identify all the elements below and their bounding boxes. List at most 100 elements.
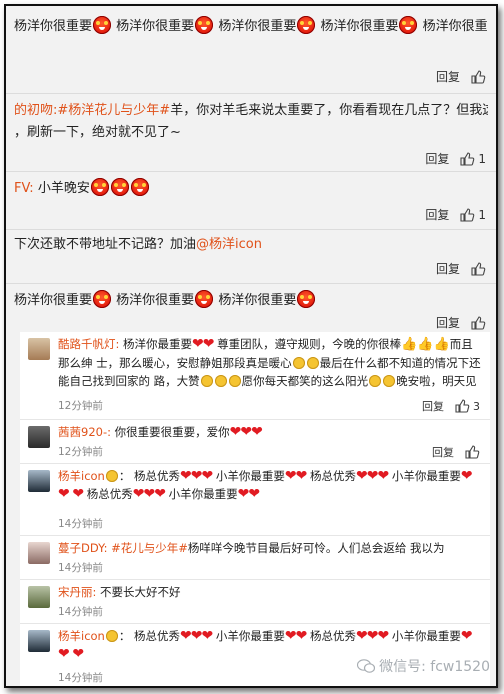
heart-icon: ❤❤ bbox=[284, 468, 307, 484]
reply-text: 茜茜920-: 你很重要很重要，爱你❤❤❤ bbox=[58, 424, 263, 440]
like-button[interactable]: 1 bbox=[459, 151, 486, 167]
reply-item: 茜茜920-: 你很重要很重要，爱你❤❤❤ 12分钟前 回复 bbox=[20, 420, 490, 464]
heart-icon: ❤ bbox=[72, 646, 84, 662]
reply-button[interactable]: 回复 bbox=[425, 206, 449, 223]
reply-actions: 回复 3 bbox=[422, 398, 480, 414]
reply-author[interactable]: 宋丹丽: bbox=[58, 585, 96, 599]
angry-face-icon bbox=[195, 290, 214, 308]
comment-item: 的初吻:#杨洋花儿与少年#羊，你对羊毛来说太重要了，你看看现在几点了？但我这条评… bbox=[6, 94, 496, 172]
comment-text: FV: 小羊晚安 bbox=[14, 178, 488, 200]
comment-text-line2: ，刷新一下，绝对就不见了~ bbox=[14, 125, 181, 140]
verified-icon bbox=[105, 630, 118, 642]
angry-face-icon bbox=[297, 16, 316, 34]
reply-item: 蔓子DDY: #花儿与少年#杨咩咩今晚节目最后好可怜。人们总会返给 我以为 14… bbox=[20, 536, 490, 580]
angry-face-icon bbox=[90, 178, 109, 196]
like-button[interactable] bbox=[464, 444, 480, 460]
angry-face-icon bbox=[110, 178, 129, 196]
smiley-icon bbox=[383, 375, 396, 387]
thumbs-up-icon bbox=[460, 207, 475, 222]
reply-time: 14分钟前 bbox=[58, 672, 103, 684]
comment-item: 下次还敢不带地址不记路？加油@杨洋icon 回复 bbox=[6, 230, 496, 284]
reply-text: 宋丹丽: 不要长大好不好 bbox=[58, 585, 181, 599]
verified-icon bbox=[105, 470, 118, 482]
comment-actions: 回复 bbox=[436, 314, 486, 331]
like-count: 1 bbox=[478, 151, 486, 166]
comment-item: 杨洋你很重要 杨洋你很重要 杨洋你很重要 杨洋你很重要 杨洋你很重要 回复 bbox=[6, 6, 496, 94]
smiley-icon bbox=[200, 375, 213, 387]
thumbs-up-icon bbox=[465, 445, 480, 459]
wechat-icon bbox=[357, 659, 376, 673]
reply-time: 14分钟前 bbox=[58, 606, 103, 618]
avatar[interactable] bbox=[28, 586, 50, 608]
reply-item: 宋丹丽: 不要长大好不好 14分钟前 bbox=[20, 580, 490, 624]
avatar[interactable] bbox=[28, 426, 50, 448]
heart-icon: ❤❤❤ bbox=[180, 468, 213, 484]
reply-button[interactable]: 回复 bbox=[436, 68, 460, 85]
heart-icon: ❤ bbox=[72, 486, 84, 502]
thumbs-up-icon bbox=[471, 315, 486, 330]
wechat-watermark: 微信号: fcw1520 bbox=[357, 656, 490, 676]
mention-link[interactable]: @杨洋icon bbox=[196, 237, 262, 252]
reply-button[interactable]: 回复 bbox=[436, 314, 460, 331]
reply-author[interactable]: 酷路千帆灯: bbox=[58, 337, 119, 351]
reply-author[interactable]: 茜茜920-: bbox=[58, 425, 111, 439]
reply-list: 酷路千帆灯: 杨洋你最重要❤❤ 尊重团队，遵守规则，今晚的你很棒👍👍👍而且那么绅… bbox=[20, 332, 490, 686]
angry-face-icon bbox=[297, 290, 316, 308]
topic-tag[interactable]: #杨洋花儿与少年# bbox=[57, 103, 170, 118]
like-button[interactable]: 1 bbox=[459, 207, 486, 223]
reply-button[interactable]: 回复 bbox=[432, 444, 454, 460]
like-button[interactable] bbox=[470, 315, 486, 331]
like-button[interactable] bbox=[470, 261, 486, 277]
avatar[interactable] bbox=[28, 630, 50, 652]
reply-item: 酷路千帆灯: 杨洋你最重要❤❤ 尊重团队，遵守规则，今晚的你很棒👍👍👍而且那么绅… bbox=[20, 332, 490, 420]
comment-feed: 杨洋你很重要 杨洋你很重要 杨洋你很重要 杨洋你很重要 杨洋你很重要 回复 的初… bbox=[4, 4, 498, 688]
like-button[interactable]: 3 bbox=[454, 398, 480, 414]
comment-author[interactable]: FV: bbox=[14, 181, 34, 196]
avatar[interactable] bbox=[28, 470, 50, 492]
reply-text: 蔓子DDY: #花儿与少年#杨咩咩今晚节目最后好可怜。人们总会返给 我以为 bbox=[58, 541, 445, 555]
heart-icon: ❤❤❤ bbox=[132, 486, 166, 502]
comment-text: 的初吻:#杨洋花儿与少年#羊，你对羊毛来说太重要了，你看看现在几点了？但我这条评 bbox=[14, 103, 488, 118]
reply-time: 12分钟前 bbox=[58, 446, 103, 458]
reply-button[interactable]: 回复 bbox=[436, 260, 460, 277]
avatar[interactable] bbox=[28, 338, 50, 360]
thumbs-up-icon bbox=[471, 261, 486, 276]
like-button[interactable] bbox=[470, 69, 486, 85]
comment-text: 杨洋你很重要 杨洋你很重要 杨洋你很重要 bbox=[14, 290, 488, 312]
thumbs-up-icon bbox=[455, 399, 470, 413]
smiley-icon bbox=[306, 357, 319, 369]
angry-face-icon bbox=[93, 16, 112, 34]
reply-time: 12分钟前 bbox=[58, 400, 103, 412]
reply-button[interactable]: 回复 bbox=[422, 398, 444, 414]
reply-author[interactable]: 蔓子DDY: bbox=[58, 541, 107, 555]
heart-icon: ❤❤ bbox=[237, 486, 260, 502]
heart-icon: ❤❤❤ bbox=[180, 628, 213, 644]
avatar[interactable] bbox=[28, 542, 50, 564]
comment-text: 杨洋你很重要 杨洋你很重要 杨洋你很重要 杨洋你很重要 杨洋你很重要 bbox=[14, 16, 488, 38]
angry-face-icon bbox=[195, 16, 214, 34]
watermark-text: 微信号: fcw1520 bbox=[379, 659, 490, 675]
comment-text: 下次还敢不带地址不记路？加油@杨洋icon bbox=[14, 237, 262, 252]
smiley-icon bbox=[214, 375, 227, 387]
smiley-icon bbox=[369, 375, 382, 387]
heart-icon: ❤❤❤ bbox=[355, 628, 389, 644]
reply-text: 酷路千帆灯: 杨洋你最重要❤❤ 尊重团队，遵守规则，今晚的你很棒👍👍👍而且那么绅… bbox=[58, 336, 481, 388]
reply-button[interactable]: 回复 bbox=[425, 150, 449, 167]
reply-text: 杨羊icon： 杨总优秀❤❤❤ 小羊你最重要❤❤ 杨总优秀❤❤❤ 小羊你最重要❤… bbox=[58, 468, 473, 502]
smiley-icon bbox=[292, 357, 305, 369]
angry-face-icon bbox=[130, 178, 149, 196]
reply-author[interactable]: 杨羊icon bbox=[58, 469, 105, 483]
comment-actions: 回复 bbox=[436, 260, 486, 277]
topic-tag[interactable]: #花儿与少年# bbox=[111, 541, 188, 555]
comment-item: 杨洋你很重要 杨洋你很重要 杨洋你很重要 回复 酷路千帆灯: 杨洋你最重要❤❤ … bbox=[6, 284, 496, 686]
comment-actions: 回复 1 bbox=[425, 206, 486, 223]
comment-author[interactable]: 的初吻: bbox=[14, 103, 57, 118]
comment-actions: 回复 1 bbox=[425, 150, 486, 167]
heart-icon: ❤❤❤ bbox=[355, 468, 389, 484]
heart-icon: ❤❤ bbox=[192, 336, 214, 352]
heart-icon: ❤❤ bbox=[284, 628, 307, 644]
reply-author[interactable]: 杨羊icon bbox=[58, 629, 105, 643]
thumbs-up-icon bbox=[460, 151, 475, 166]
comment-item: FV: 小羊晚安 回复 1 bbox=[6, 172, 496, 230]
reply-item: 杨羊icon： 杨总优秀❤❤❤ 小羊你最重要❤❤ 杨总优秀❤❤❤ 小羊你最重要❤… bbox=[20, 464, 490, 536]
